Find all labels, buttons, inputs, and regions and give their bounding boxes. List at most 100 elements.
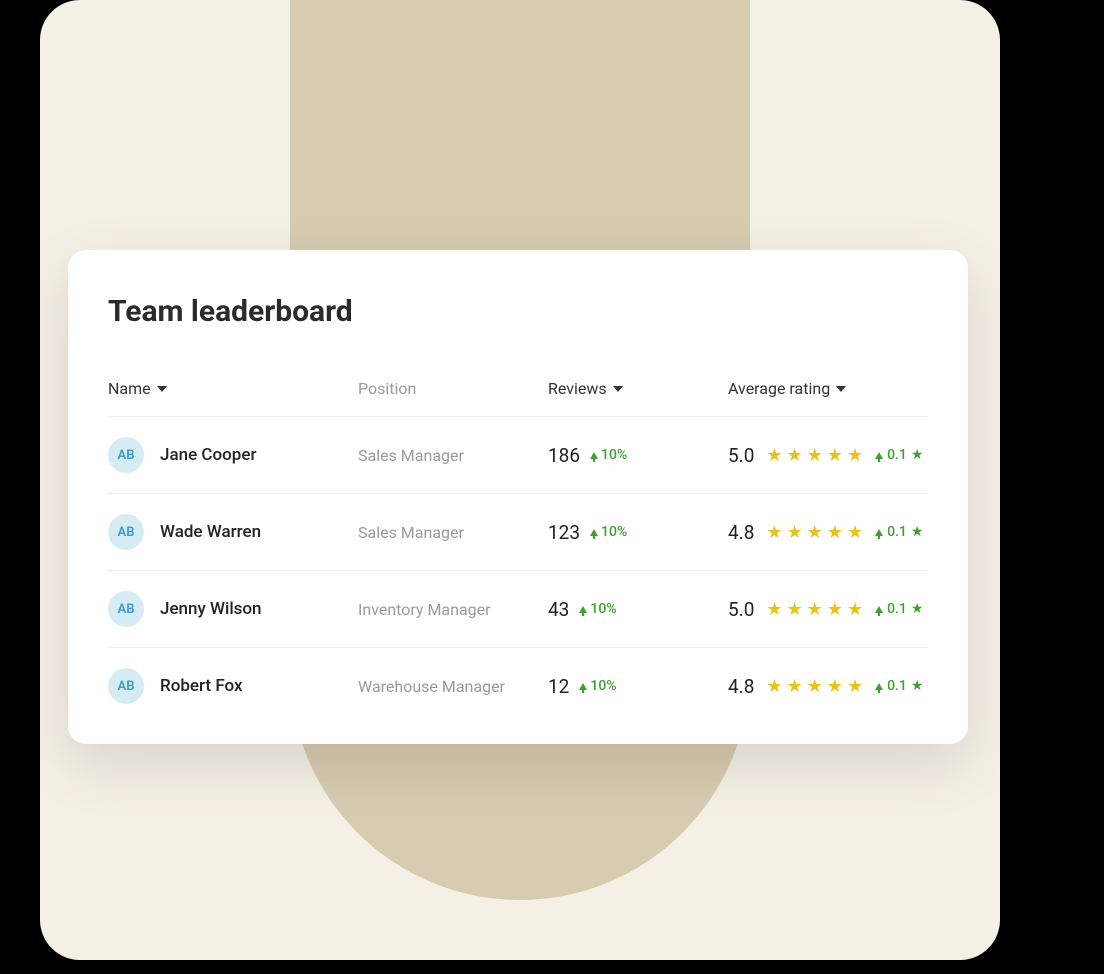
rating-cell: 5.0★★★★★0.1★ <box>728 444 928 467</box>
reviews-delta: 10% <box>579 601 616 617</box>
person-name: Jane Cooper <box>160 445 256 465</box>
name-cell: AB Jenny Wilson <box>108 591 358 627</box>
column-header-name[interactable]: Name <box>108 379 358 398</box>
reviews-count: 43 <box>548 598 569 621</box>
page-title: Team leaderboard <box>108 294 928 329</box>
star-rating: ★★★★★ <box>766 599 863 620</box>
caret-down-icon <box>157 386 167 392</box>
avatar: AB <box>108 591 144 627</box>
reviews-cell: 12 10% <box>548 675 728 698</box>
caret-down-icon <box>836 386 846 392</box>
reviews-cell: 123 10% <box>548 521 728 544</box>
reviews-delta-value: 10% <box>590 678 616 694</box>
column-header-reviews[interactable]: Reviews <box>548 379 728 398</box>
star-icon: ★ <box>847 599 863 620</box>
rating-cell: 4.8★★★★★0.1★ <box>728 521 928 544</box>
reviews-cell: 186 10% <box>548 444 728 467</box>
arrow-up-icon <box>875 683 883 690</box>
person-name: Robert Fox <box>160 676 243 696</box>
reviews-delta: 10% <box>579 678 616 694</box>
star-icon: ★ <box>807 445 823 466</box>
reviews-count: 186 <box>548 444 580 467</box>
arrow-up-icon <box>875 452 883 459</box>
reviews-delta-value: 10% <box>601 524 627 540</box>
star-icon: ★ <box>827 676 843 697</box>
avatar: AB <box>108 437 144 473</box>
person-name: Jenny Wilson <box>160 599 262 619</box>
star-icon: ★ <box>847 522 863 543</box>
rating-delta-value: 0.1 <box>887 601 907 617</box>
column-header-rating[interactable]: Average rating <box>728 379 928 398</box>
column-label: Position <box>358 379 416 398</box>
rating-delta-value: 0.1 <box>887 678 907 694</box>
rating-value: 4.8 <box>728 675 754 698</box>
star-icon: ★ <box>807 676 823 697</box>
rating-cell: 4.8★★★★★0.1★ <box>728 675 928 698</box>
table-row[interactable]: AB Jenny Wilson Inventory Manager43 10% 5.0 ★… <box>108 571 928 648</box>
leaderboard-card: Team leaderboard Name Position Reviews A… <box>68 250 968 744</box>
rating-delta-value: 0.1 <box>887 524 907 540</box>
star-icon: ★ <box>827 445 843 466</box>
rating-delta-value: 0.1 <box>887 447 907 463</box>
star-icon: ★ <box>787 599 803 620</box>
table-row[interactable]: ABRobert FoxWarehouse Manager1210%4.8★★★… <box>108 648 928 724</box>
table-header: Name Position Reviews Average rating <box>108 379 928 417</box>
name-cell: AB Jane Cooper <box>108 437 358 473</box>
star-icon: ★ <box>827 522 843 543</box>
reviews-delta: 10% <box>590 447 627 463</box>
avatar: AB <box>108 668 144 704</box>
reviews-count: 123 <box>548 521 580 544</box>
column-label: Average rating <box>728 379 830 398</box>
avatar: AB <box>108 514 144 550</box>
star-icon: ★ <box>766 676 782 697</box>
reviews-delta-value: 10% <box>590 601 616 617</box>
star-icon: ★ <box>766 599 782 620</box>
reviews-count: 12 <box>548 675 569 698</box>
star-icon: ★ <box>911 524 924 540</box>
star-icon: ★ <box>787 676 803 697</box>
star-icon: ★ <box>807 522 823 543</box>
star-icon: ★ <box>807 599 823 620</box>
star-icon: ★ <box>827 599 843 620</box>
name-cell: AB Wade Warren <box>108 514 358 550</box>
rating-delta: 0.1★ <box>875 678 923 694</box>
reviews-delta: 10% <box>590 524 627 540</box>
table-row[interactable]: ABWade WarrenSales Manager12310%4.8★★★★★… <box>108 494 928 571</box>
star-icon: ★ <box>787 522 803 543</box>
star-rating: ★★★★★ <box>766 676 863 697</box>
person-name: Wade Warren <box>160 522 261 542</box>
column-label: Reviews <box>548 379 607 398</box>
column-header-position: Position <box>358 379 548 398</box>
caret-down-icon <box>613 386 623 392</box>
reviews-delta-value: 10% <box>601 447 627 463</box>
rating-delta: 0.1★ <box>875 447 923 463</box>
rating-delta: 0.1★ <box>875 524 923 540</box>
arrow-up-icon <box>590 529 598 536</box>
arrow-up-icon <box>579 606 587 613</box>
star-icon: ★ <box>766 445 782 466</box>
rating-value: 5.0 <box>728 598 754 621</box>
position-text: Sales Manager <box>358 523 548 542</box>
star-icon: ★ <box>847 445 863 466</box>
rating-cell: 5.0★★★★★0.1★ <box>728 598 928 621</box>
table-body: ABJane CooperSales Manager18610%5.0★★★★★… <box>108 417 928 724</box>
star-rating: ★★★★★ <box>766 445 863 466</box>
star-icon: ★ <box>911 447 924 463</box>
star-icon: ★ <box>847 676 863 697</box>
rating-value: 5.0 <box>728 444 754 467</box>
rating-value: 4.8 <box>728 521 754 544</box>
star-icon: ★ <box>911 678 924 694</box>
star-icon: ★ <box>766 522 782 543</box>
star-icon: ★ <box>787 445 803 466</box>
reviews-cell: 43 10% <box>548 598 728 621</box>
column-label: Name <box>108 379 151 398</box>
rating-delta: 0.1★ <box>875 601 923 617</box>
star-icon: ★ <box>911 601 924 617</box>
arrow-up-icon <box>579 683 587 690</box>
arrow-up-icon <box>590 452 598 459</box>
position-text: Inventory Manager <box>358 600 548 619</box>
arrow-up-icon <box>875 529 883 536</box>
position-text: Warehouse Manager <box>358 677 548 696</box>
table-row[interactable]: ABJane CooperSales Manager18610%5.0★★★★★… <box>108 417 928 494</box>
leaderboard-table: Name Position Reviews Average rating AB J… <box>108 379 928 724</box>
